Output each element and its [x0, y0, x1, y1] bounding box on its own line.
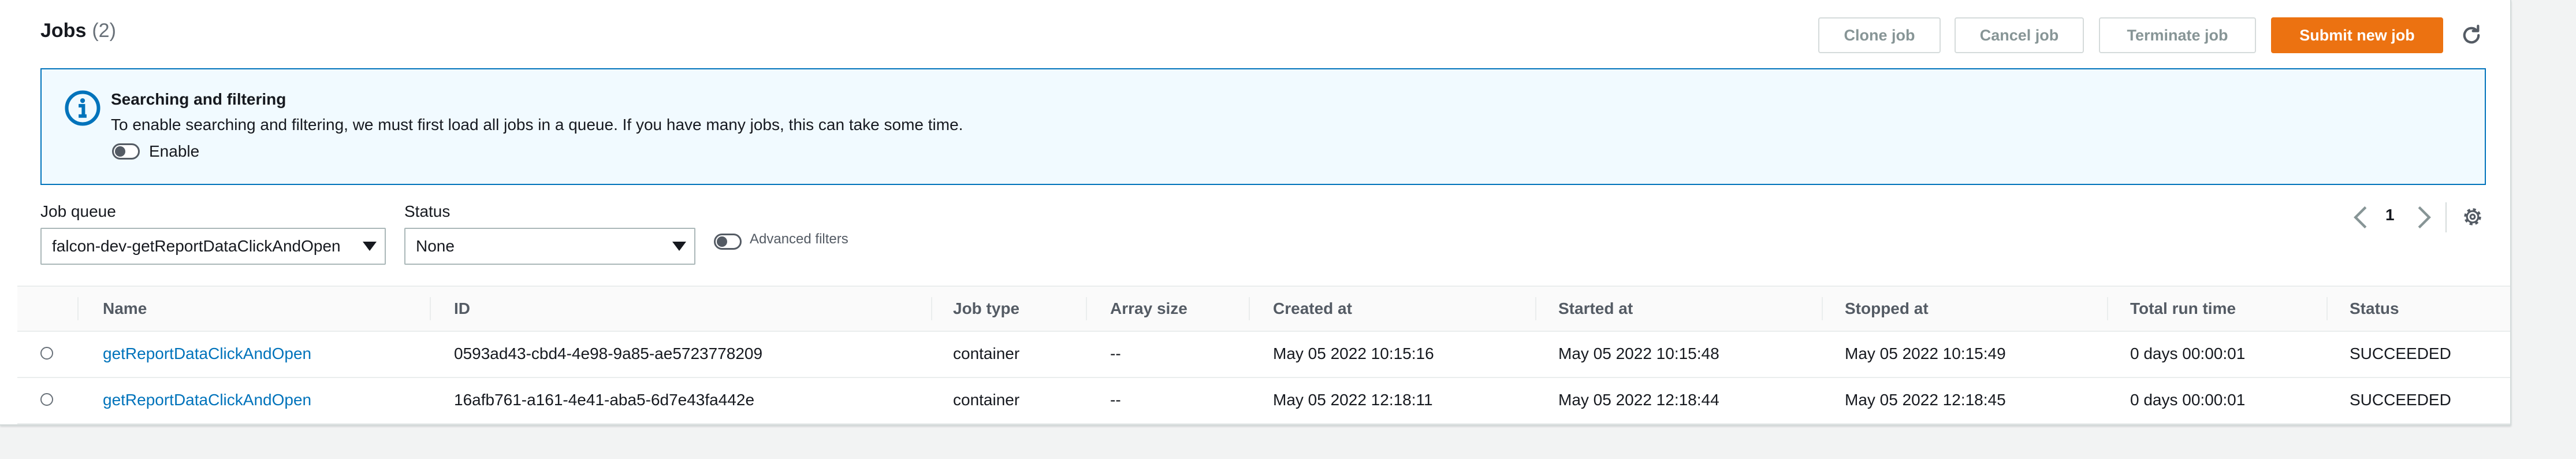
- column-divider: [1535, 297, 1536, 320]
- column-divider: [931, 297, 932, 320]
- job-type: container: [953, 345, 1020, 362]
- table-row[interactable]: getReportDataClickAndOpen 16afb761-a161-…: [17, 377, 2510, 424]
- status-value: None: [416, 237, 455, 255]
- job-name-link[interactable]: getReportDataClickAndOpen: [103, 377, 311, 423]
- column-divider: [2326, 297, 2328, 320]
- status-label: Status: [404, 202, 451, 220]
- stopped-at: May 05 2022 10:15:49: [1845, 345, 2006, 362]
- clone-job-button[interactable]: Clone job: [1818, 17, 1941, 53]
- page-title: Jobs (2): [40, 20, 116, 42]
- column-divider: [430, 297, 431, 320]
- stopped-at: May 05 2022 12:18:45: [1845, 391, 2006, 409]
- column-divider: [2107, 297, 2108, 320]
- enable-toggle-label: Enable: [149, 142, 200, 160]
- job-status: SUCCEEDED: [2350, 391, 2451, 409]
- chevron-left-icon[interactable]: [2352, 205, 2369, 230]
- job-queue-value: falcon-dev-getReportDataClickAndOpen: [52, 237, 341, 255]
- array-size: --: [1110, 391, 1121, 409]
- job-status: SUCCEEDED: [2350, 345, 2451, 362]
- advanced-filters-label: Advanced filters: [750, 231, 848, 247]
- job-count: (2): [92, 20, 116, 42]
- pager-divider: [2445, 202, 2447, 232]
- column-divider: [77, 297, 79, 320]
- chevron-down-icon: [672, 242, 686, 251]
- column-divider: [1249, 297, 1250, 320]
- column-header-created-at[interactable]: Created at: [1273, 287, 1352, 331]
- job-id: 0593ad43-cbd4-4e98-9a85-ae5723778209: [454, 345, 763, 362]
- column-header-array-size[interactable]: Array size: [1110, 287, 1188, 331]
- column-header-name[interactable]: Name: [103, 287, 147, 331]
- column-divider: [1086, 297, 1087, 320]
- created-at: May 05 2022 12:18:11: [1273, 391, 1433, 409]
- column-divider: [1822, 297, 1823, 320]
- created-at: May 05 2022 10:15:16: [1273, 345, 1434, 362]
- table-row[interactable]: getReportDataClickAndOpen 0593ad43-cbd4-…: [17, 331, 2510, 378]
- table-header: Name ID Job type Array size Created at S…: [17, 286, 2510, 332]
- column-header-started-at[interactable]: Started at: [1558, 287, 1633, 331]
- current-page[interactable]: 1: [2385, 206, 2395, 224]
- job-id: 16afb761-a161-4e41-aba5-6d7e43fa442e: [454, 391, 755, 409]
- page-title-text: Jobs: [40, 20, 87, 42]
- cancel-job-button[interactable]: Cancel job: [1955, 17, 2084, 53]
- search-filter-info-alert: Searching and filtering To enable search…: [40, 68, 2486, 185]
- row-select-radio[interactable]: [40, 393, 53, 406]
- total-run-time: 0 days 00:00:01: [2130, 391, 2246, 409]
- column-header-total-run-time[interactable]: Total run time: [2130, 287, 2236, 331]
- info-title: Searching and filtering: [111, 90, 286, 108]
- refresh-icon[interactable]: [2459, 23, 2484, 47]
- info-text: To enable searching and filtering, we mu…: [111, 116, 963, 134]
- started-at: May 05 2022 10:15:48: [1558, 345, 1719, 362]
- row-select-radio[interactable]: [40, 347, 53, 360]
- job-type: container: [953, 391, 1020, 409]
- gear-icon[interactable]: [2462, 206, 2484, 228]
- info-icon: [65, 90, 100, 126]
- column-header-stopped-at[interactable]: Stopped at: [1845, 287, 1929, 331]
- array-size: --: [1110, 345, 1121, 362]
- column-header-status[interactable]: Status: [2350, 287, 2399, 331]
- job-name-link[interactable]: getReportDataClickAndOpen: [103, 331, 311, 377]
- column-header-job-type[interactable]: Job type: [953, 287, 1019, 331]
- started-at: May 05 2022 12:18:44: [1558, 391, 1719, 409]
- total-run-time: 0 days 00:00:01: [2130, 345, 2246, 362]
- job-queue-label: Job queue: [40, 202, 116, 220]
- submit-new-job-button[interactable]: Submit new job: [2271, 17, 2443, 53]
- chevron-down-icon: [363, 242, 377, 251]
- chevron-right-icon[interactable]: [2415, 205, 2433, 230]
- column-header-id[interactable]: ID: [454, 287, 470, 331]
- jobs-panel: Jobs (2) Clone job Cancel job Terminate j…: [0, 0, 2511, 425]
- job-queue-select[interactable]: falcon-dev-getReportDataClickAndOpen: [40, 228, 386, 265]
- status-select[interactable]: None: [404, 228, 695, 265]
- enable-search-toggle[interactable]: [112, 143, 140, 160]
- terminate-job-button[interactable]: Terminate job: [2099, 17, 2256, 53]
- advanced-filters-toggle[interactable]: [714, 234, 742, 250]
